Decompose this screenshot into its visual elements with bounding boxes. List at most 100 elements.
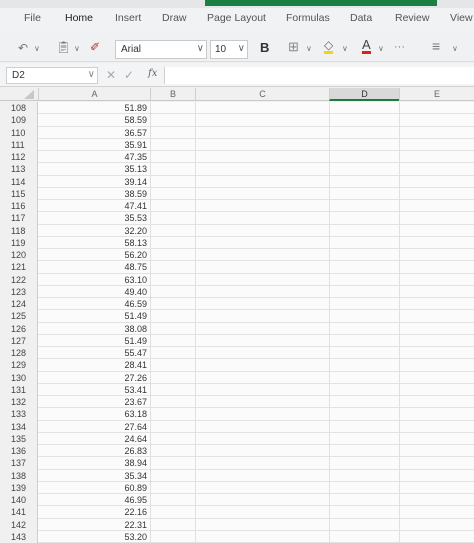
bold-button[interactable]: B — [260, 40, 269, 55]
borders-icon[interactable]: ⊞ — [288, 40, 299, 54]
row-header[interactable]: 135 — [0, 432, 38, 445]
align-icon[interactable]: ≡ — [432, 39, 440, 53]
cell-a[interactable]: 63.10 — [38, 274, 150, 286]
cell-a[interactable]: 51.49 — [38, 335, 150, 347]
row-header[interactable]: 132 — [0, 396, 38, 409]
cell-a[interactable]: 28.41 — [38, 359, 150, 371]
cell-a[interactable]: 46.95 — [38, 494, 150, 506]
cell-a[interactable]: 53.41 — [38, 384, 150, 396]
cell-a[interactable]: 55.47 — [38, 347, 150, 359]
worksheet-grid[interactable]: 143 53.20 142 22.31 141 22.16 140 46.95 139 60.89… — [0, 102, 474, 543]
row-header[interactable]: 133 — [0, 408, 38, 421]
row-header[interactable]: 123 — [0, 285, 38, 298]
cell-a[interactable]: 58.59 — [38, 114, 150, 126]
tab-insert[interactable]: Insert — [115, 12, 141, 24]
row-header[interactable]: 136 — [0, 445, 38, 458]
cell-a[interactable]: 56.20 — [38, 249, 150, 261]
font-color-dropdown-icon[interactable]: ∨ — [378, 42, 384, 56]
cell-a[interactable]: 38.59 — [38, 188, 150, 200]
row-header[interactable]: 124 — [0, 298, 38, 311]
row-header[interactable]: 121 — [0, 261, 38, 274]
tab-view[interactable]: View — [450, 12, 473, 24]
font-size-select[interactable]: 10 ∨ — [210, 40, 248, 59]
cell-a[interactable]: 27.64 — [38, 421, 150, 433]
font-name-select[interactable]: Arial ∨ — [115, 40, 207, 59]
row-header[interactable]: 114 — [0, 175, 38, 188]
tab-home[interactable]: Home — [65, 12, 93, 24]
row-header[interactable]: 116 — [0, 200, 38, 213]
cell-a[interactable]: 48.75 — [38, 261, 150, 273]
column-header-a[interactable]: A — [38, 88, 150, 101]
name-box[interactable]: D2 ∨ — [6, 67, 98, 84]
cell-a[interactable]: 22.16 — [38, 506, 150, 518]
row-header[interactable]: 139 — [0, 481, 38, 494]
cell-a[interactable]: 49.40 — [38, 286, 150, 298]
cell-a[interactable]: 22.31 — [38, 519, 150, 531]
cell-a[interactable]: 23.67 — [38, 396, 150, 408]
tab-page-layout[interactable]: Page Layout — [207, 12, 266, 24]
cell-a[interactable]: 32.20 — [38, 225, 150, 237]
font-color-icon[interactable]: A — [362, 38, 371, 54]
fill-color-dropdown-icon[interactable]: ∨ — [342, 42, 348, 56]
row-header[interactable]: 129 — [0, 359, 38, 372]
tab-formulas[interactable]: Formulas — [286, 12, 330, 24]
row-header[interactable]: 141 — [0, 506, 38, 519]
cell-a[interactable]: 26.83 — [38, 445, 150, 457]
cell-a[interactable]: 51.89 — [38, 102, 150, 114]
column-header-d[interactable]: D — [329, 88, 399, 101]
row-header[interactable]: 112 — [0, 151, 38, 164]
cell-a[interactable]: 39.14 — [38, 176, 150, 188]
cell-a[interactable]: 53.20 — [38, 531, 150, 543]
column-header-e[interactable]: E — [399, 88, 474, 101]
row-header[interactable]: 119 — [0, 236, 38, 249]
row-header[interactable]: 143 — [0, 530, 38, 543]
cell-a[interactable]: 36.57 — [38, 127, 150, 139]
tab-review[interactable]: Review — [395, 12, 429, 24]
enter-icon[interactable]: ✓ — [124, 68, 134, 82]
more-options-button[interactable]: ··· — [394, 40, 405, 54]
select-all-corner[interactable] — [0, 88, 38, 101]
fill-color-icon[interactable]: ◇ — [324, 39, 334, 54]
row-header[interactable]: 131 — [0, 383, 38, 396]
row-header[interactable]: 126 — [0, 322, 38, 335]
cell-a[interactable]: 58.13 — [38, 237, 150, 249]
row-header[interactable]: 113 — [0, 163, 38, 176]
cell-a[interactable]: 38.08 — [38, 323, 150, 335]
cell-a[interactable]: 63.18 — [38, 408, 150, 420]
borders-dropdown-icon[interactable]: ∨ — [306, 42, 312, 56]
row-header[interactable]: 128 — [0, 347, 38, 360]
cell-a[interactable]: 24.64 — [38, 433, 150, 445]
cell-a[interactable]: 38.94 — [38, 457, 150, 469]
row-header[interactable]: 134 — [0, 420, 38, 433]
cell-a[interactable]: 35.53 — [38, 212, 150, 224]
cell-a[interactable]: 47.35 — [38, 151, 150, 163]
tab-data[interactable]: Data — [350, 12, 372, 24]
row-header[interactable]: 120 — [0, 249, 38, 262]
column-header-c[interactable]: C — [195, 88, 329, 101]
row-header[interactable]: 130 — [0, 371, 38, 384]
undo-icon[interactable]: ↶ — [18, 41, 28, 55]
cell-a[interactable]: 35.91 — [38, 139, 150, 151]
row-header[interactable]: 140 — [0, 494, 38, 507]
row-header[interactable]: 111 — [0, 138, 38, 151]
column-header-b[interactable]: B — [150, 88, 195, 101]
row-header[interactable]: 125 — [0, 310, 38, 323]
row-header[interactable]: 118 — [0, 224, 38, 237]
cell-a[interactable]: 46.59 — [38, 298, 150, 310]
cell-a[interactable]: 51.49 — [38, 310, 150, 322]
paste-dropdown-icon[interactable]: ∨ — [74, 42, 80, 56]
tab-draw[interactable]: Draw — [162, 12, 187, 24]
row-header[interactable]: 115 — [0, 187, 38, 200]
undo-dropdown-icon[interactable]: ∨ — [34, 42, 40, 56]
cell-a[interactable]: 60.89 — [38, 482, 150, 494]
insert-function-button[interactable]: fx — [148, 68, 157, 79]
row-header[interactable]: 117 — [0, 212, 38, 225]
cell-a[interactable]: 47.41 — [38, 200, 150, 212]
row-header[interactable]: 138 — [0, 469, 38, 482]
cancel-icon[interactable]: ✕ — [106, 68, 116, 82]
row-header[interactable]: 109 — [0, 114, 38, 127]
cell-a[interactable]: 35.34 — [38, 470, 150, 482]
align-dropdown-icon[interactable]: ∨ — [452, 42, 458, 56]
cell-a[interactable]: 27.26 — [38, 372, 150, 384]
row-header[interactable]: 122 — [0, 273, 38, 286]
